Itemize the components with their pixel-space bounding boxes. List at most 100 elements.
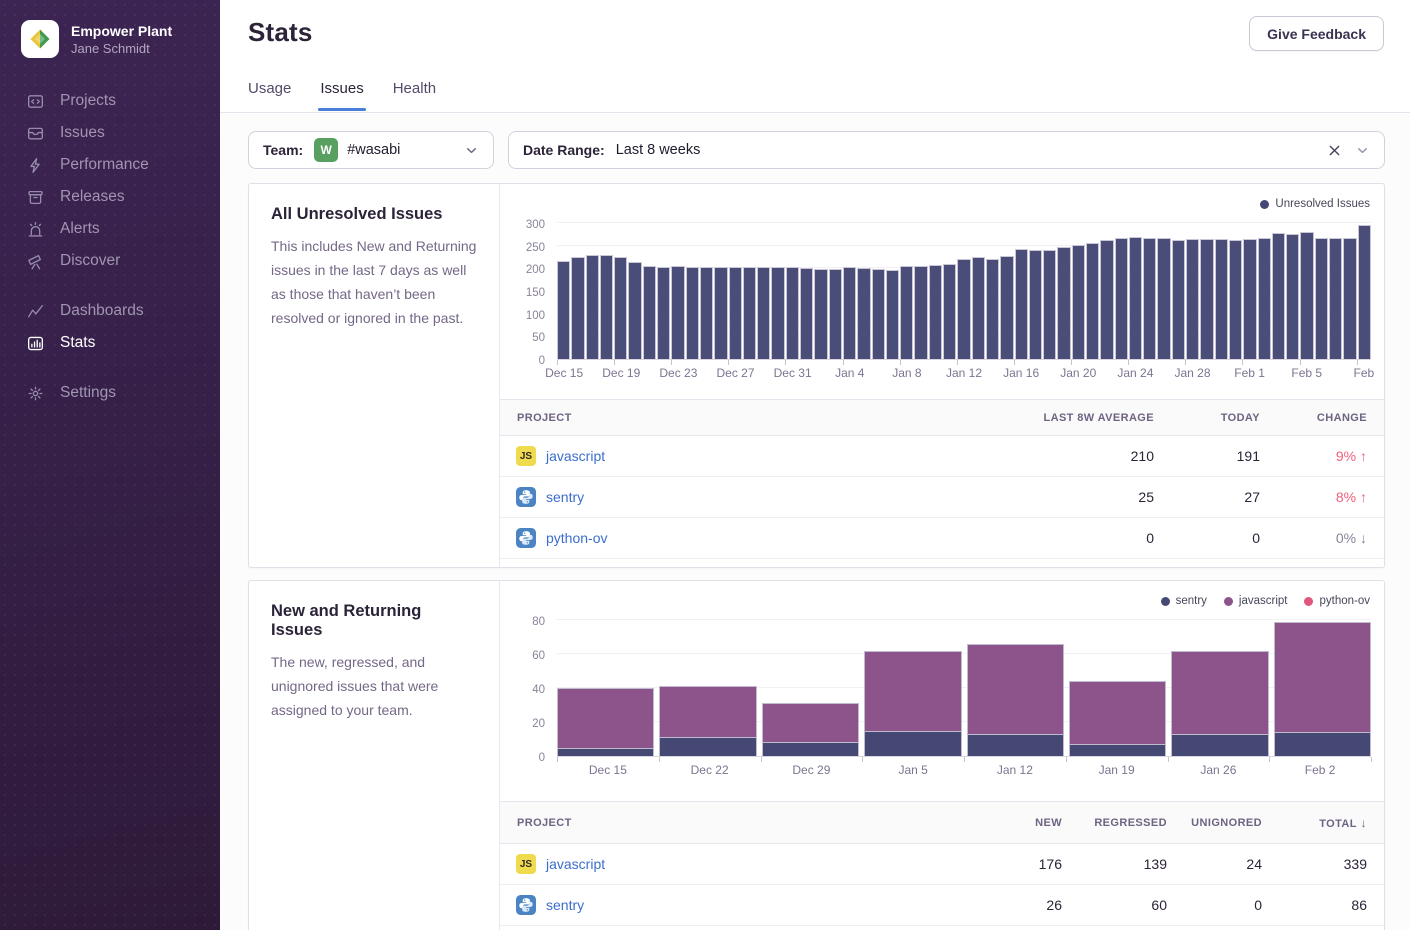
- bar[interactable]: [771, 267, 784, 359]
- stacked-bar[interactable]: [1274, 621, 1371, 756]
- project-link[interactable]: sentry: [546, 897, 584, 913]
- bar[interactable]: [1258, 238, 1271, 359]
- tab-usage[interactable]: Usage: [248, 80, 291, 111]
- sidebar-item-issues[interactable]: Issues: [0, 117, 220, 149]
- bar[interactable]: [1358, 225, 1371, 359]
- bar[interactable]: [1200, 239, 1213, 359]
- chevron-down-icon[interactable]: [1355, 143, 1370, 158]
- bar[interactable]: [557, 261, 570, 359]
- bar-segment-sentry[interactable]: [762, 742, 859, 756]
- column-header-change[interactable]: CHANGE: [1277, 412, 1384, 424]
- bar-segment-sentry[interactable]: [557, 748, 654, 757]
- sidebar-item-releases[interactable]: Releases: [0, 181, 220, 213]
- bar[interactable]: [929, 265, 942, 359]
- bar[interactable]: [829, 269, 842, 359]
- chevron-down-icon[interactable]: [464, 143, 479, 158]
- bar[interactable]: [1043, 250, 1056, 359]
- bar[interactable]: [1272, 233, 1285, 359]
- bar[interactable]: [943, 264, 956, 359]
- bar[interactable]: [1029, 250, 1042, 359]
- bar-segment-javascript[interactable]: [1274, 622, 1371, 733]
- bar[interactable]: [1172, 240, 1185, 359]
- bar[interactable]: [900, 266, 913, 359]
- bar[interactable]: [600, 255, 613, 359]
- bar-segment-sentry[interactable]: [1274, 732, 1371, 756]
- column-header-last-8w-average[interactable]: LAST 8W AVERAGE: [1001, 412, 1171, 424]
- bar[interactable]: [1115, 238, 1128, 359]
- give-feedback-button[interactable]: Give Feedback: [1249, 16, 1384, 51]
- bar[interactable]: [800, 268, 813, 359]
- bar[interactable]: [1000, 256, 1013, 359]
- bar-segment-sentry[interactable]: [1171, 734, 1268, 756]
- project-link[interactable]: python-ov: [546, 530, 607, 546]
- bar[interactable]: [1300, 232, 1313, 359]
- bar[interactable]: [1157, 238, 1170, 359]
- legend-item-sentry[interactable]: sentry: [1161, 595, 1207, 607]
- column-header-new[interactable]: NEW: [974, 817, 1079, 829]
- bar[interactable]: [628, 262, 641, 359]
- bar[interactable]: [671, 266, 684, 359]
- bar[interactable]: [1057, 247, 1070, 359]
- bar-segment-javascript[interactable]: [967, 644, 1064, 734]
- bar[interactable]: [1072, 245, 1085, 359]
- bar-segment-sentry[interactable]: [967, 734, 1064, 756]
- clear-icon[interactable]: [1328, 144, 1341, 157]
- sidebar-item-discover[interactable]: Discover: [0, 245, 220, 277]
- legend-item-unresolved-issues[interactable]: Unresolved Issues: [1260, 198, 1370, 210]
- bar[interactable]: [757, 267, 770, 359]
- bar-segment-javascript[interactable]: [1069, 681, 1166, 744]
- bar[interactable]: [1329, 238, 1342, 359]
- project-link[interactable]: javascript: [546, 856, 605, 872]
- bar[interactable]: [614, 257, 627, 359]
- bar-segment-javascript[interactable]: [762, 703, 859, 742]
- bar[interactable]: [857, 268, 870, 359]
- bar[interactable]: [972, 257, 985, 359]
- bar[interactable]: [1286, 234, 1299, 359]
- bar[interactable]: [814, 269, 827, 359]
- bar[interactable]: [643, 266, 656, 359]
- bar[interactable]: [1215, 239, 1228, 359]
- bar[interactable]: [957, 259, 970, 359]
- sidebar-item-performance[interactable]: Performance: [0, 149, 220, 181]
- column-header-regressed[interactable]: REGRESSED: [1079, 817, 1184, 829]
- bar[interactable]: [1343, 238, 1356, 359]
- bar[interactable]: [914, 266, 927, 359]
- column-header-unignored[interactable]: UNIGNORED: [1184, 817, 1279, 829]
- bar[interactable]: [1129, 237, 1142, 359]
- stacked-bar[interactable]: [967, 621, 1064, 756]
- bar-segment-javascript[interactable]: [557, 688, 654, 748]
- project-link[interactable]: javascript: [546, 448, 605, 464]
- bar[interactable]: [872, 269, 885, 359]
- bar-segment-sentry[interactable]: [659, 737, 756, 756]
- org-switcher[interactable]: Empower Plant Jane Schmidt: [0, 0, 220, 58]
- stacked-bar[interactable]: [762, 621, 859, 756]
- sidebar-item-alerts[interactable]: Alerts: [0, 213, 220, 245]
- stacked-bar[interactable]: [557, 621, 654, 756]
- bar-segment-sentry[interactable]: [864, 731, 961, 757]
- bar-segment-javascript[interactable]: [864, 651, 961, 731]
- bar[interactable]: [1229, 240, 1242, 359]
- column-header-total[interactable]: TOTAL ↓: [1279, 816, 1384, 830]
- bar-segment-sentry[interactable]: [1069, 744, 1166, 756]
- bar[interactable]: [1015, 249, 1028, 359]
- team-filter[interactable]: Team: W #wasabi: [248, 131, 494, 169]
- bar[interactable]: [986, 259, 999, 359]
- bar[interactable]: [1143, 238, 1156, 359]
- legend-item-python-ov[interactable]: python-ov: [1304, 595, 1370, 607]
- bar[interactable]: [657, 267, 670, 359]
- bar[interactable]: [571, 257, 584, 359]
- bar[interactable]: [686, 267, 699, 359]
- bar[interactable]: [714, 267, 727, 359]
- bar-segment-javascript[interactable]: [1171, 651, 1268, 734]
- stacked-bar[interactable]: [1069, 621, 1166, 756]
- bar[interactable]: [1315, 238, 1328, 359]
- bar[interactable]: [1243, 239, 1256, 359]
- bar[interactable]: [1186, 239, 1199, 359]
- bar[interactable]: [886, 270, 899, 359]
- sidebar-item-projects[interactable]: Projects: [0, 85, 220, 117]
- bar[interactable]: [1086, 243, 1099, 360]
- sidebar-item-stats[interactable]: Stats: [0, 327, 220, 359]
- bar[interactable]: [743, 267, 756, 359]
- bar[interactable]: [843, 267, 856, 359]
- legend-item-javascript[interactable]: javascript: [1224, 595, 1288, 607]
